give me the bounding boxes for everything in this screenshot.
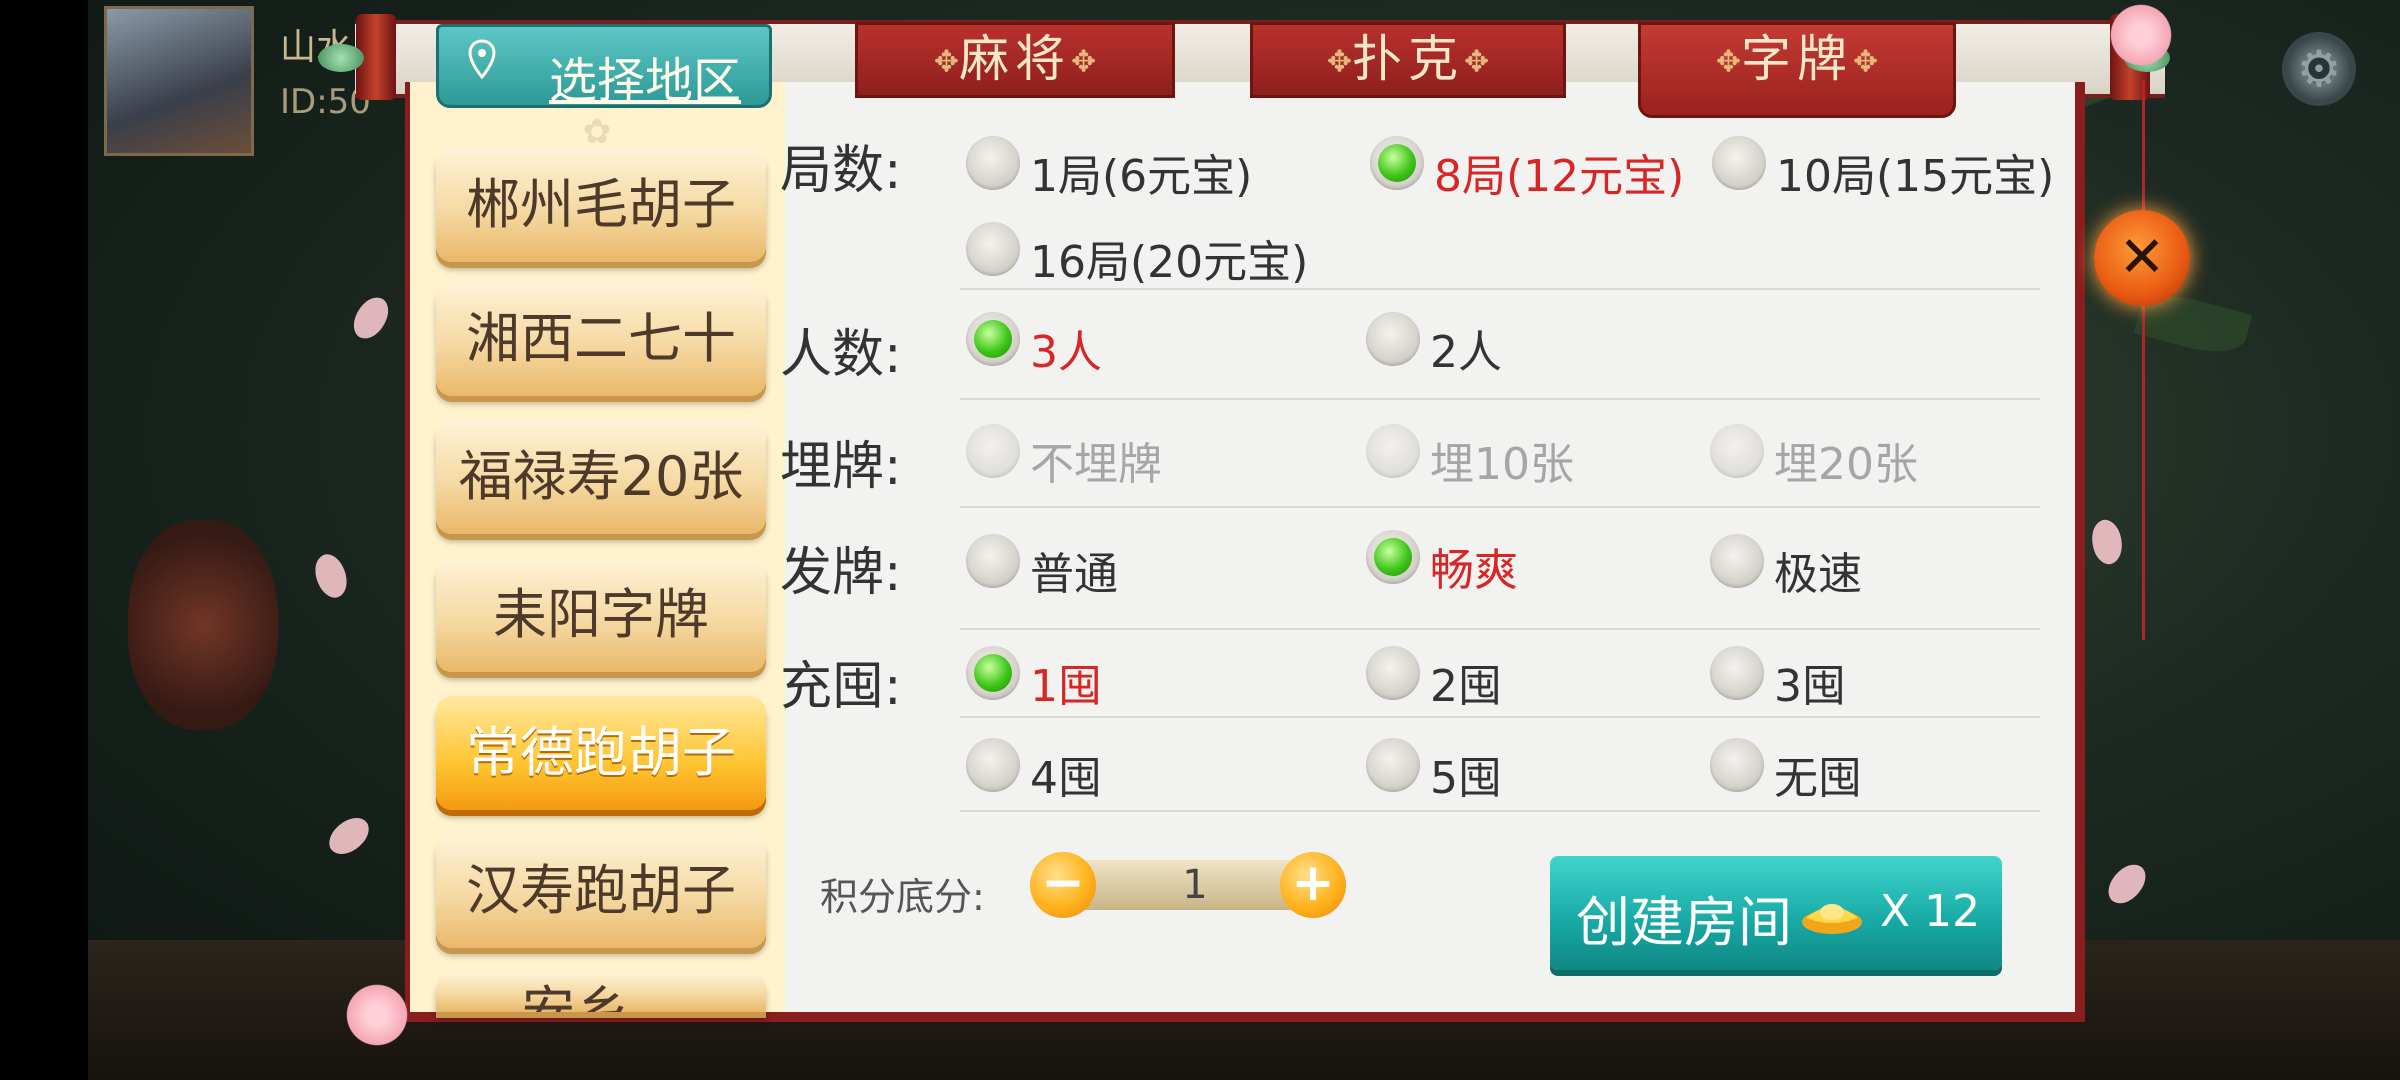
radio-button[interactable] bbox=[966, 738, 1020, 792]
divider bbox=[960, 288, 2040, 290]
game-item-xiangxi[interactable]: 湘西二七十 bbox=[436, 282, 766, 396]
tab-puke-label: 扑克 bbox=[1352, 30, 1464, 88]
rounds-option-10-label: 10局(15元宝) bbox=[1776, 151, 2055, 202]
game-item-leiyang[interactable]: 耒阳字牌 bbox=[436, 558, 766, 672]
jade-ornament-left bbox=[318, 44, 364, 72]
deal-option-normal-label: 普通 bbox=[1030, 549, 1118, 600]
region-select-button[interactable]: 选择地区 bbox=[436, 24, 772, 109]
radio-button[interactable] bbox=[1710, 738, 1764, 792]
player-avatar[interactable] bbox=[104, 6, 254, 156]
game-item-changde[interactable]: 常德跑胡子 bbox=[436, 696, 766, 810]
radio-button[interactable] bbox=[1366, 738, 1420, 792]
bury-label: 埋牌: bbox=[780, 437, 902, 497]
radio-button[interactable] bbox=[966, 534, 1020, 588]
gear-icon[interactable]: ⚙ bbox=[2282, 32, 2356, 106]
tab-zipai-label: 字牌 bbox=[1741, 30, 1853, 88]
radio-button[interactable] bbox=[1710, 534, 1764, 588]
tab-puke[interactable]: ✥扑克✥ bbox=[1250, 22, 1566, 98]
gold-ingot-icon bbox=[1802, 904, 1862, 934]
bury-option-20-label: 埋20张 bbox=[1774, 439, 1918, 490]
divider bbox=[960, 716, 2040, 718]
chongwei-option-3-label: 3囤 bbox=[1774, 661, 1846, 712]
radio-button-disabled bbox=[966, 424, 1020, 478]
chongwei-label: 充囤: bbox=[780, 657, 902, 717]
tab-majiang[interactable]: ✥麻将✥ bbox=[855, 22, 1175, 98]
create-room-button[interactable]: 创建房间 X 12 bbox=[1550, 856, 2002, 970]
radio-button[interactable] bbox=[966, 136, 1020, 190]
deal-label: 发牌: bbox=[780, 543, 902, 603]
hanging-cord bbox=[2142, 80, 2145, 640]
radio-button-selected[interactable] bbox=[1366, 530, 1420, 584]
radio-button-selected[interactable] bbox=[1370, 136, 1424, 190]
location-pin-icon bbox=[468, 39, 496, 80]
radio-button[interactable] bbox=[1712, 136, 1766, 190]
game-item-anxiang[interactable]: 安乡... bbox=[436, 972, 766, 1012]
radio-button[interactable] bbox=[966, 222, 1020, 276]
radio-button-disabled bbox=[1710, 424, 1764, 478]
radio-button-selected[interactable] bbox=[966, 312, 1020, 366]
radio-button[interactable] bbox=[1710, 646, 1764, 700]
game-item-chenzhou[interactable]: 郴州毛胡子 bbox=[436, 148, 766, 262]
chongwei-option-4-label: 4囤 bbox=[1030, 753, 1102, 804]
radio-button[interactable] bbox=[1366, 312, 1420, 366]
create-room-label: 创建房间 bbox=[1576, 891, 1792, 954]
plus-icon[interactable]: + bbox=[1280, 852, 1346, 918]
tab-majiang-label: 麻将 bbox=[959, 30, 1071, 88]
divider bbox=[960, 628, 2040, 630]
bury-option-none-label: 不埋牌 bbox=[1030, 439, 1162, 490]
divider bbox=[960, 810, 2040, 812]
bury-option-10-label: 埋10张 bbox=[1430, 439, 1574, 490]
game-item-fulushou[interactable]: 福禄寿20张 bbox=[436, 420, 766, 534]
players-option-2-label: 2人 bbox=[1430, 327, 1502, 378]
rounds-label: 局数: bbox=[780, 141, 902, 201]
radio-button[interactable] bbox=[1366, 646, 1420, 700]
create-room-cost: X 12 bbox=[1880, 886, 1981, 937]
chongwei-option-2-label: 2囤 bbox=[1430, 661, 1502, 712]
tab-zipai[interactable]: ✥字牌✥ bbox=[1638, 22, 1956, 118]
score-label: 积分底分: bbox=[820, 875, 985, 919]
minus-icon[interactable]: − bbox=[1030, 852, 1096, 918]
knot-ornament-icon: ✿ bbox=[582, 112, 612, 152]
deal-option-smooth-label: 畅爽 bbox=[1430, 545, 1518, 596]
region-select-label: 选择地区 bbox=[549, 53, 742, 109]
game-item-hanshou[interactable]: 汉寿跑胡子 bbox=[436, 834, 766, 948]
deal-option-fast-label: 极速 bbox=[1774, 549, 1862, 600]
chongwei-option-none-label: 无囤 bbox=[1774, 753, 1862, 804]
rounds-option-1-label: 1局(6元宝) bbox=[1030, 151, 1253, 202]
blossom-icon bbox=[2106, 0, 2176, 70]
radio-button-selected[interactable] bbox=[966, 646, 1020, 700]
players-label: 人数: bbox=[780, 325, 902, 385]
close-icon[interactable]: ✕ bbox=[2094, 210, 2190, 306]
divider bbox=[960, 398, 2040, 400]
blossom-icon bbox=[342, 980, 412, 1050]
rounds-option-16-label: 16局(20元宝) bbox=[1030, 237, 1309, 288]
players-option-3-label: 3人 bbox=[1030, 327, 1102, 378]
radio-button-disabled bbox=[1366, 424, 1420, 478]
rounds-option-8-label: 8局(12元宝) bbox=[1434, 151, 1685, 202]
chongwei-option-5-label: 5囤 bbox=[1430, 753, 1502, 804]
divider bbox=[960, 506, 2040, 508]
chongwei-option-1-label: 1囤 bbox=[1030, 661, 1102, 712]
